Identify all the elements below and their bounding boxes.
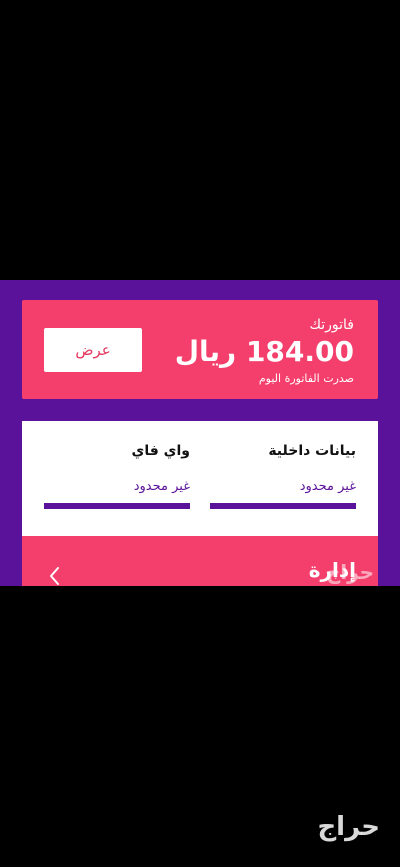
usage-wifi: واي فاي غير محدود — [44, 421, 190, 536]
usage-label: واي فاي — [131, 443, 190, 459]
watermark-logo: حراج — [325, 560, 374, 584]
bill-amount: 184.00 ريال — [174, 335, 354, 368]
watermark-logo: حراج — [317, 812, 380, 842]
usage-internal-data: بيانات داخلية غير محدود — [210, 421, 356, 536]
manage-card[interactable]: إدارة — [22, 536, 378, 586]
usage-label: بيانات داخلية — [268, 443, 356, 459]
usage-progress-fill — [210, 503, 356, 509]
bill-title: فاتورتك — [309, 317, 354, 333]
usage-progress-fill — [44, 503, 190, 509]
usage-value: غير محدود — [133, 479, 190, 494]
bill-issued-text: صدرت الفاتورة اليوم — [258, 372, 354, 385]
view-bill-button[interactable]: عرض — [44, 328, 142, 372]
bill-card: فاتورتك 184.00 ريال صدرت الفاتورة اليوم … — [22, 300, 378, 399]
usage-progress-bar — [210, 503, 356, 509]
usage-card: بيانات داخلية غير محدود واي فاي غير محدو… — [22, 421, 378, 536]
app-screen: فاتورتك 184.00 ريال صدرت الفاتورة اليوم … — [0, 280, 400, 586]
usage-progress-bar — [44, 503, 190, 509]
usage-value: غير محدود — [299, 479, 356, 494]
chevron-left-icon[interactable] — [48, 566, 62, 586]
